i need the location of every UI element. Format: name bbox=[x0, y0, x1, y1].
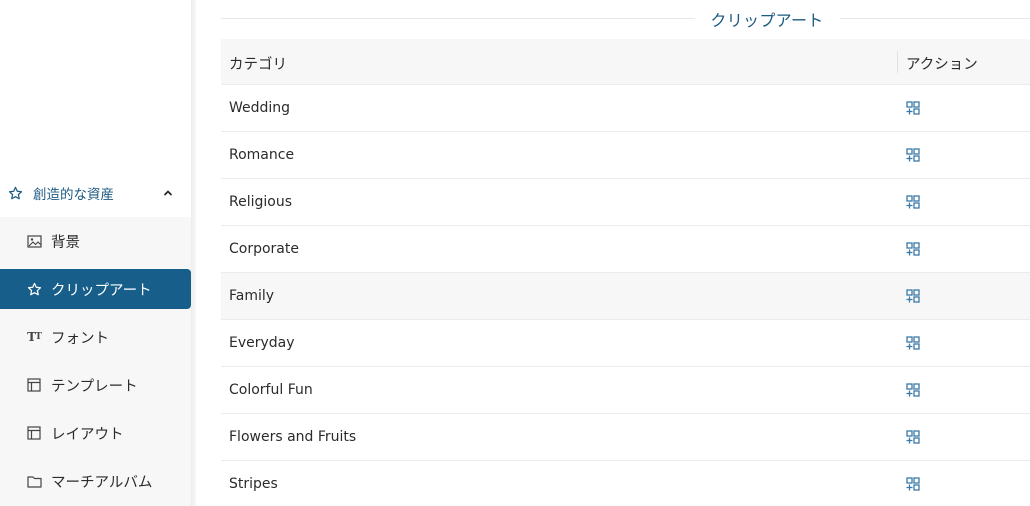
chevron-up-icon[interactable] bbox=[162, 187, 174, 199]
sidebar-item-march-album[interactable]: マーチアルバム bbox=[0, 461, 191, 501]
sidebar-item-label: レイアウト bbox=[51, 426, 124, 443]
star-icon bbox=[26, 281, 42, 297]
category-name: Religious bbox=[229, 194, 292, 210]
sidebar-item-fonts[interactable]: TT フォント bbox=[0, 317, 191, 357]
edit-grid-icon[interactable] bbox=[906, 147, 920, 162]
table-row: Romance bbox=[221, 132, 1030, 179]
edit-grid-icon[interactable] bbox=[906, 288, 920, 303]
sidebar-item-label: テンプレート bbox=[51, 378, 138, 395]
column-divider bbox=[897, 51, 898, 73]
table-row: Religious bbox=[221, 179, 1030, 226]
template-icon bbox=[26, 377, 42, 393]
sidebar-item-backgrounds[interactable]: 背景 bbox=[0, 221, 191, 261]
column-header-action: アクション bbox=[906, 57, 978, 73]
edit-grid-icon[interactable] bbox=[906, 241, 920, 256]
star-icon bbox=[8, 185, 24, 201]
clipart-category-table: カテゴリ アクション Wedding Romance Religious Cor… bbox=[221, 39, 1030, 506]
edit-grid-icon[interactable] bbox=[906, 335, 920, 350]
table-row: Family bbox=[221, 273, 1030, 320]
table-header: カテゴリ アクション bbox=[221, 39, 1030, 85]
category-name: Flowers and Fruits bbox=[229, 429, 357, 445]
category-name: Wedding bbox=[229, 100, 291, 116]
edit-grid-icon[interactable] bbox=[906, 100, 920, 115]
edit-grid-icon[interactable] bbox=[906, 382, 920, 397]
sidebar-item-label: クリップアート bbox=[51, 282, 152, 299]
text-size-icon: TT bbox=[27, 330, 42, 344]
sidebar-section-creative-assets[interactable]: 創造的な資産 bbox=[0, 170, 191, 216]
category-name: Everyday bbox=[229, 335, 295, 351]
table-row: Everyday bbox=[221, 320, 1030, 367]
category-name: Colorful Fun bbox=[229, 382, 313, 398]
edit-grid-icon[interactable] bbox=[906, 194, 920, 209]
table-row: Corporate bbox=[221, 226, 1030, 273]
sidebar-divider bbox=[191, 0, 197, 506]
table-row: Colorful Fun bbox=[221, 367, 1030, 414]
sidebar-item-clipart[interactable]: クリップアート bbox=[0, 269, 191, 309]
table-row: Flowers and Fruits bbox=[221, 414, 1030, 461]
category-name: Romance bbox=[229, 147, 295, 163]
page-title: クリップアート bbox=[710, 11, 824, 30]
sidebar-item-label: 背景 bbox=[51, 234, 80, 251]
table-row: Wedding bbox=[221, 85, 1030, 132]
sidebar-item-templates[interactable]: テンプレート bbox=[0, 365, 191, 405]
sidebar-section-label: 創造的な資産 bbox=[33, 187, 114, 203]
folder-icon bbox=[26, 473, 42, 489]
category-name: Family bbox=[229, 288, 275, 304]
image-icon bbox=[26, 233, 42, 249]
column-header-category[interactable]: カテゴリ bbox=[229, 53, 287, 74]
sidebar-item-layouts[interactable]: レイアウト bbox=[0, 413, 191, 453]
title-divider-right bbox=[840, 18, 1030, 19]
category-name: Corporate bbox=[229, 241, 299, 257]
title-divider-left bbox=[221, 18, 695, 19]
edit-grid-icon[interactable] bbox=[906, 429, 920, 444]
table-row: Stripes bbox=[221, 461, 1030, 506]
category-name: Stripes bbox=[229, 476, 278, 492]
sidebar-item-label: フォント bbox=[51, 330, 109, 347]
layout-icon bbox=[26, 425, 42, 441]
sidebar-item-label: マーチアルバム bbox=[51, 474, 153, 491]
edit-grid-icon[interactable] bbox=[906, 476, 920, 491]
